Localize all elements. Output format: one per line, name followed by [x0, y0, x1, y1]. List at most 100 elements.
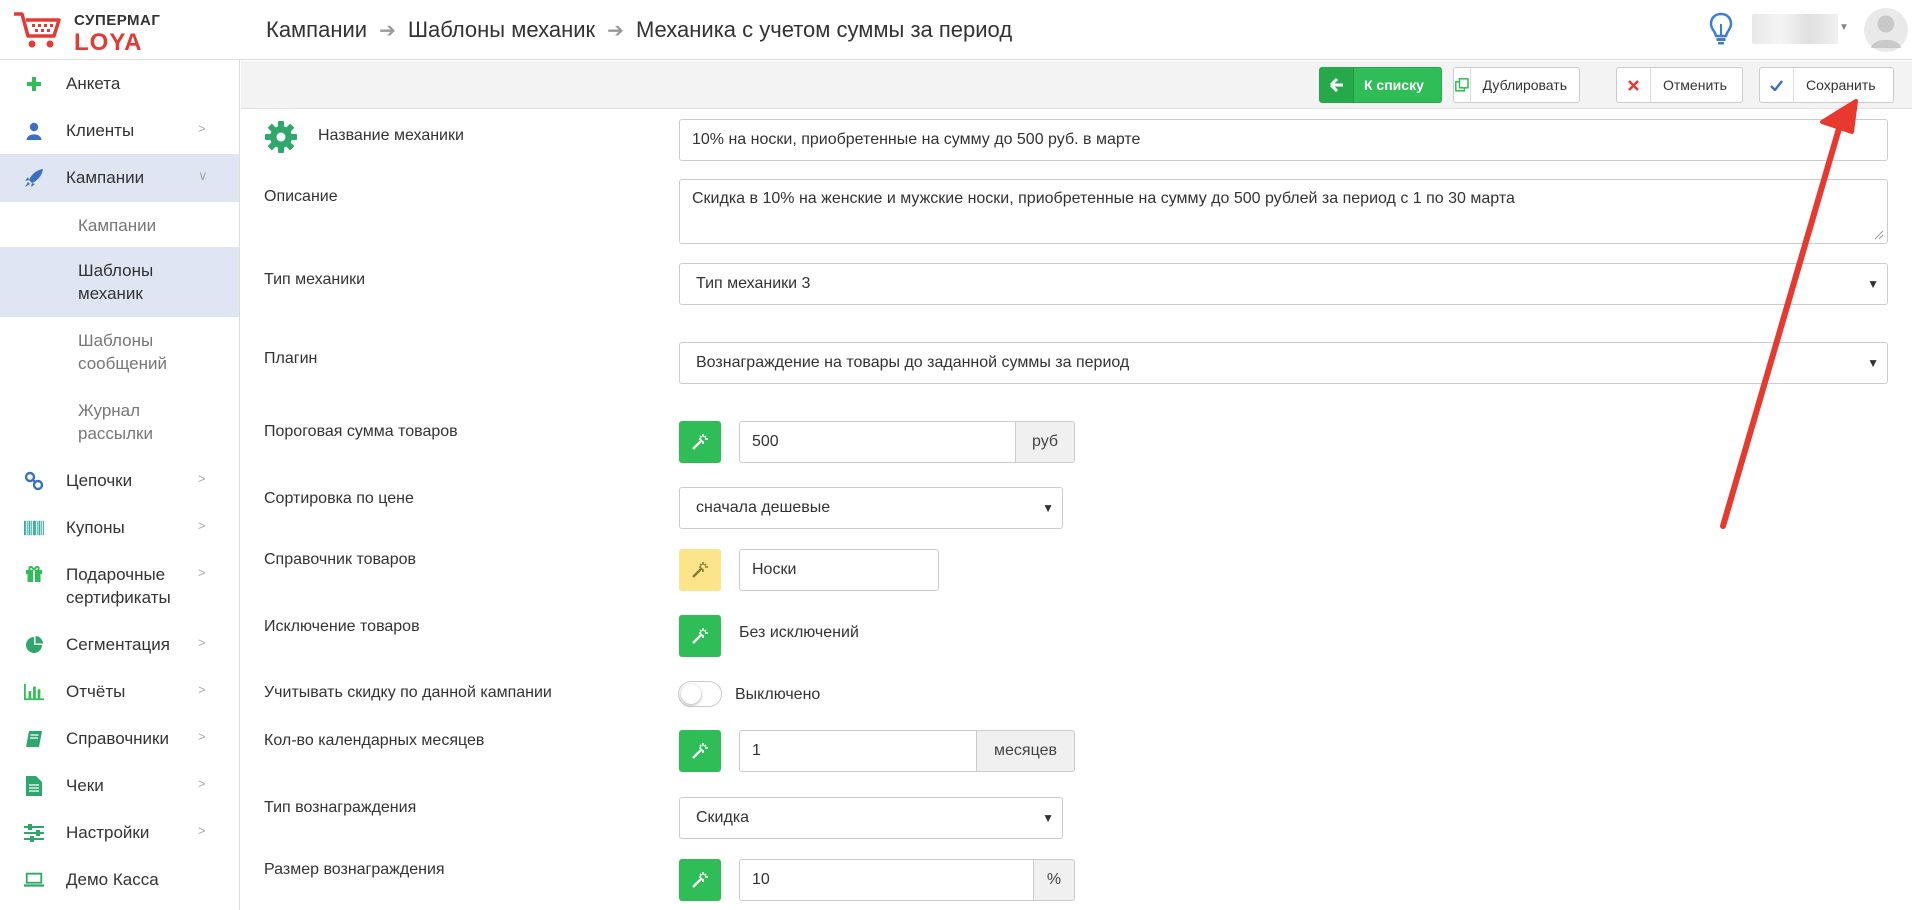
bar-chart-icon	[24, 682, 44, 702]
magic-wand-icon	[692, 628, 708, 644]
check-icon	[1760, 68, 1794, 102]
toggle-knob	[681, 684, 701, 704]
sidebar-item-settings[interactable]: Настройки >	[0, 809, 239, 856]
user-name-blurred[interactable]	[1752, 14, 1838, 44]
plugin-value: Вознаграждение на товары до заданной сум…	[696, 354, 1130, 371]
sidebar-item-reports[interactable]: Отчёты >	[0, 668, 239, 715]
reward-type-select[interactable]: Скидка ▼	[679, 797, 1063, 839]
chevron-right-icon: >	[198, 729, 206, 744]
sidebar-item-label: Цепочки	[66, 470, 133, 490]
breadcrumb-current: Механика с учетом суммы за период	[635, 17, 1013, 42]
reward-size-input[interactable]: 10	[739, 859, 1034, 901]
sidebar-item-label: Настройки	[66, 822, 150, 842]
mechanic-type-select[interactable]: Тип механики 3 ▼	[679, 263, 1888, 305]
sort-value: сначала дешевые	[696, 499, 831, 516]
toolbar: К списку Дублировать Отменить Сохранить	[241, 61, 1912, 109]
breadcrumb-arrow-icon: ➔	[379, 19, 396, 42]
threshold-input[interactable]: 500	[739, 421, 1016, 463]
laptop-icon	[24, 870, 44, 890]
logo[interactable]: СУПЕРМАГ LOYA	[12, 8, 232, 56]
sidebar-item-survey[interactable]: Анкета	[0, 60, 239, 107]
barcode-icon	[24, 518, 44, 538]
chevron-right-icon: >	[198, 635, 206, 650]
magic-wand-button[interactable]	[679, 421, 721, 463]
sidebar-subitem-campaigns[interactable]: Кампании	[0, 202, 239, 247]
magic-wand-icon	[692, 562, 708, 578]
logo-text-brand: LOYA	[74, 29, 143, 56]
mechanic-type-value: Тип механики 3	[696, 275, 811, 292]
avatar[interactable]	[1864, 8, 1908, 52]
breadcrumb: Кампании ➔ Шаблоны механик ➔ Механика с …	[266, 17, 1012, 43]
months-input[interactable]: 1	[739, 730, 977, 772]
book-icon	[24, 729, 44, 749]
discount-label: Учитывать скидку по данной кампании	[264, 684, 552, 701]
sliders-icon	[24, 823, 44, 843]
chevron-right-icon: >	[198, 121, 206, 136]
discount-toggle[interactable]	[678, 681, 722, 707]
sidebar-item-campaigns[interactable]: Кампании ∨	[0, 154, 239, 202]
duplicate-button[interactable]: Дублировать	[1453, 67, 1580, 103]
sidebar-item-label: Клиенты	[66, 120, 135, 140]
sidebar-subitem-mechanic-templates[interactable]: Шаблоны механик	[0, 247, 239, 317]
user-menu-caret-icon[interactable]: ▼	[1839, 22, 1849, 33]
plugin-select[interactable]: Вознаграждение на товары до заданной сум…	[679, 342, 1888, 384]
resize-handle-icon[interactable]	[1874, 230, 1884, 240]
save-button[interactable]: Сохранить	[1759, 67, 1894, 103]
chevron-right-icon: >	[198, 823, 206, 838]
sidebar-item-receipts[interactable]: Чеки >	[0, 762, 239, 809]
chevron-right-icon: >	[198, 776, 206, 791]
magic-wand-button[interactable]	[679, 730, 721, 772]
sidebar: Анкета Клиенты > Кампании ∨ Кампании Шаб…	[0, 60, 240, 910]
sidebar-item-clients[interactable]: Клиенты >	[0, 107, 239, 154]
breadcrumb-item-campaigns[interactable]: Кампании	[266, 17, 367, 43]
sidebar-item-label: Демо Касса	[66, 869, 159, 889]
sidebar-item-segmentation[interactable]: Сегментация >	[0, 621, 239, 668]
link-icon	[24, 471, 44, 491]
sidebar-item-directories[interactable]: Справочники >	[0, 715, 239, 762]
cancel-label: Отменить	[1663, 77, 1727, 93]
user-icon	[24, 121, 44, 141]
sidebar-item-label: Подарочные сертификаты	[66, 565, 171, 607]
copy-icon	[1454, 68, 1471, 102]
save-label: Сохранить	[1806, 77, 1876, 93]
months-label: Кол-во календарных месяцев	[264, 732, 485, 749]
logo-text-top: СУПЕРМАГ	[74, 12, 161, 29]
dropdown-caret-icon: ▼	[1042, 811, 1054, 825]
close-icon	[1617, 68, 1651, 102]
sidebar-item-label: Кампании	[66, 168, 145, 187]
reward-type-value: Скидка	[696, 809, 750, 826]
lightbulb-icon[interactable]	[1709, 12, 1733, 51]
plus-icon	[24, 74, 44, 94]
breadcrumb-item-templates[interactable]: Шаблоны механик	[408, 17, 595, 43]
magic-wand-button[interactable]	[679, 859, 721, 901]
cancel-button[interactable]: Отменить	[1616, 67, 1743, 103]
back-to-list-button[interactable]: К списку	[1319, 67, 1442, 103]
sidebar-item-demo-cash[interactable]: Демо Касса	[0, 856, 239, 903]
sort-select[interactable]: сначала дешевые ▼	[679, 487, 1063, 529]
pie-chart-icon	[24, 635, 44, 655]
sidebar-subitem-message-templates[interactable]: Шаблоны сообщений	[0, 317, 239, 387]
description-label: Описание	[264, 188, 338, 205]
duplicate-label: Дублировать	[1482, 77, 1567, 93]
top-header: СУПЕРМАГ LOYA Кампании ➔ Шаблоны механик…	[0, 0, 1912, 60]
sidebar-item-chains[interactable]: Цепочки >	[0, 457, 239, 504]
sidebar-item-label: Сегментация	[66, 634, 170, 654]
sidebar-item-coupons[interactable]: Купоны >	[0, 504, 239, 551]
magic-wand-button[interactable]	[679, 615, 721, 657]
name-label: Название механики	[318, 127, 464, 144]
name-input[interactable]: 10% на носки, приобретенные на сумму до …	[679, 119, 1888, 161]
months-unit: месяцев	[976, 730, 1075, 772]
gift-icon	[24, 563, 44, 583]
catalog-input[interactable]: Носки	[739, 549, 939, 591]
mechanic-type-label: Тип механики	[264, 271, 366, 288]
sidebar-subitem-mailing-log[interactable]: Журнал рассылки	[0, 387, 239, 457]
chevron-down-icon: ∨	[198, 168, 208, 183]
magic-wand-button[interactable]	[679, 549, 721, 591]
catalog-label: Справочник товаров	[264, 551, 416, 568]
dropdown-caret-icon: ▼	[1867, 277, 1879, 291]
threshold-label: Пороговая сумма товаров	[264, 423, 458, 440]
sidebar-item-gift-certificates[interactable]: Подарочные сертификаты >	[0, 551, 239, 621]
magic-wand-icon	[692, 872, 708, 888]
reward-size-unit: %	[1033, 859, 1075, 901]
description-textarea[interactable]: Скидка в 10% на женские и мужские носки,…	[679, 179, 1888, 244]
